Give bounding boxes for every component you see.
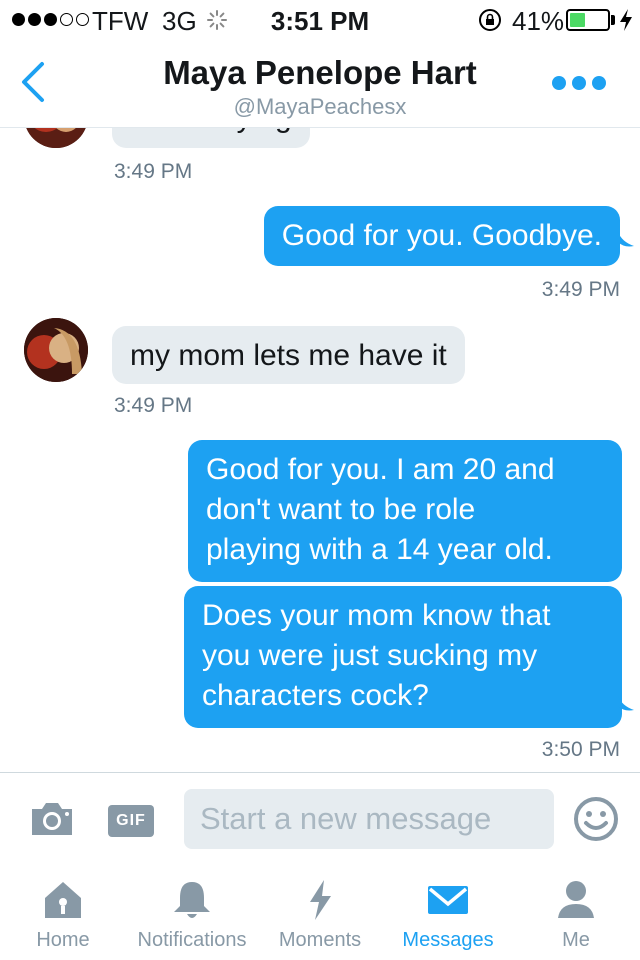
tab-home[interactable]: Home: [18, 864, 108, 960]
tab-label: Messages: [402, 929, 494, 951]
tab-me[interactable]: Me: [540, 864, 612, 960]
person-icon: [558, 881, 594, 918]
conversation-header: Maya Penelope Hart @MayaPeachesx: [0, 40, 640, 128]
battery-tip: [611, 15, 615, 25]
contact-name[interactable]: Maya Penelope Hart: [0, 54, 640, 92]
message-timestamp: 3:50 PM: [541, 738, 620, 761]
contact-avatar[interactable]: [24, 318, 88, 382]
incoming-message-bubble: my mom lets me have it: [112, 326, 465, 384]
tab-label: Me: [562, 929, 590, 951]
message-composer: GIF Start a new message: [0, 772, 640, 864]
lightning-icon: [310, 880, 331, 920]
home-icon: [45, 882, 81, 918]
outgoing-message-bubble: Does your mom know that you were just su…: [184, 586, 622, 728]
message-thread[interactable]: is still crying 3:49 PM Good for you. Go…: [0, 128, 640, 770]
camera-icon[interactable]: [28, 799, 76, 839]
tab-notifications[interactable]: Notifications: [124, 864, 260, 960]
incoming-message-bubble: is still crying: [112, 128, 310, 148]
tab-label: Moments: [278, 929, 362, 951]
message-timestamp: 3:49 PM: [114, 160, 193, 183]
outgoing-message-bubble: Good for you. Goodbye.: [263, 206, 620, 266]
envelope-icon: [428, 886, 468, 914]
message-input[interactable]: Start a new message: [184, 789, 554, 849]
bell-icon: [174, 882, 210, 918]
tab-label: Home: [36, 929, 90, 951]
tab-moments[interactable]: Moments: [270, 864, 370, 960]
tab-bar: Home Notifications Moments Messages Me: [0, 864, 640, 960]
battery-percent: 41%: [512, 6, 565, 36]
more-options-icon[interactable]: [552, 76, 606, 90]
status-bar: TFW 3G 3:51 PM 41%: [0, 0, 640, 40]
charging-bolt-icon: [620, 9, 632, 31]
tab-messages[interactable]: Messages: [390, 864, 506, 960]
contact-avatar[interactable]: [24, 128, 88, 148]
message-timestamp: 3:49 PM: [541, 278, 620, 301]
gif-button[interactable]: GIF: [108, 805, 154, 837]
rotation-lock-icon: [479, 9, 501, 31]
contact-handle: @MayaPeachesx: [233, 94, 407, 119]
bubble-tail: [618, 232, 634, 247]
battery-icon: [566, 9, 610, 31]
smiley-icon[interactable]: [572, 795, 620, 843]
message-timestamp: 3:49 PM: [114, 394, 193, 417]
bubble-tail: [618, 696, 634, 711]
tab-label: Notifications: [137, 929, 247, 951]
battery-level-fill: [570, 13, 585, 27]
outgoing-message-bubble: Good for you. I am 20 and don't want to …: [188, 440, 622, 582]
